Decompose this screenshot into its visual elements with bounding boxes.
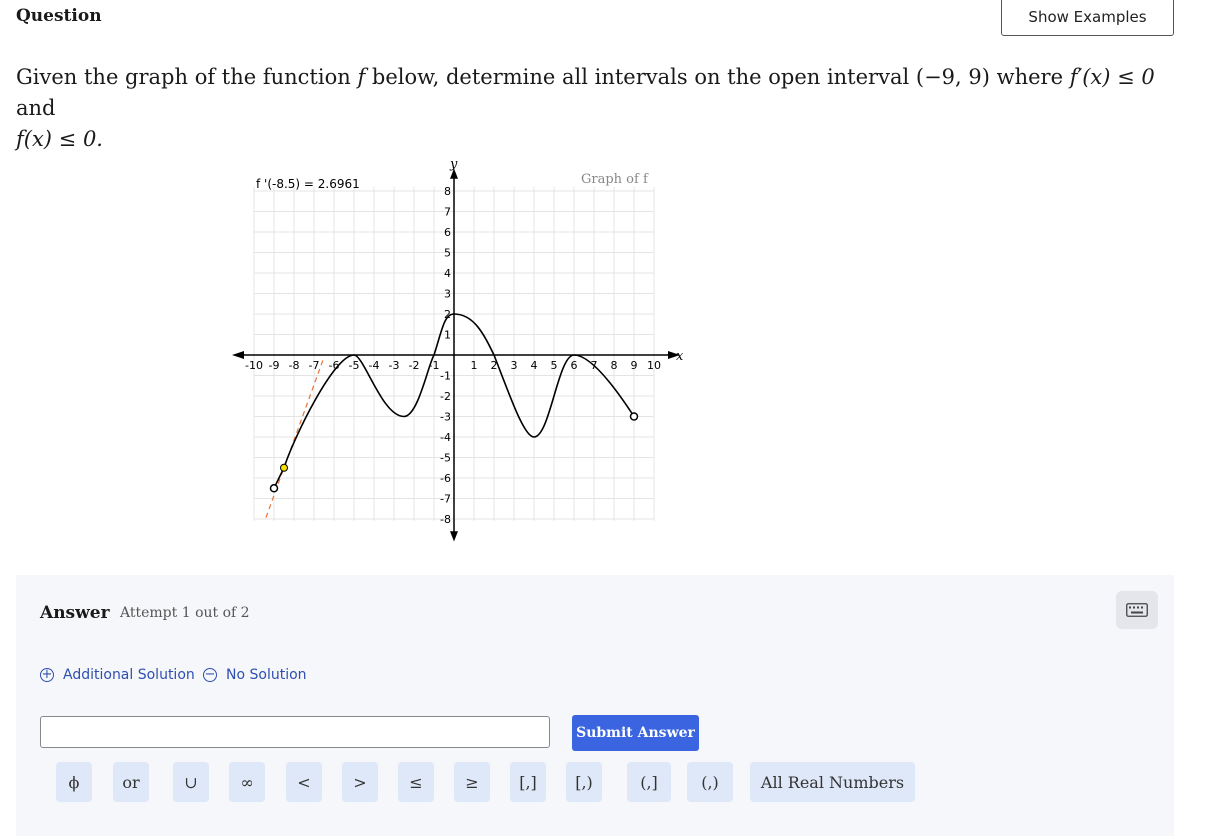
prompt-text-1: Given the graph of the function (16, 65, 358, 89)
prompt-text-3: where (989, 65, 1070, 89)
answer-input[interactable] (40, 716, 550, 748)
y-tick-label: 8 (444, 185, 451, 198)
y-tick-label: -7 (440, 493, 451, 506)
additional-solution-label: Additional Solution (63, 667, 195, 683)
x-axis-arrow-left (232, 351, 244, 359)
y-tick-label: -6 (440, 472, 451, 485)
y-tick-label: -2 (440, 390, 451, 403)
open-endpoint-left (269, 484, 279, 493)
prompt-condition-function: f(x) ≤ 0. (16, 127, 103, 151)
tangent-label: f '(-8.5) = 2.6961 (256, 177, 360, 191)
y-tick-label: -5 (440, 452, 451, 465)
show-examples-button[interactable]: Show Examples (1001, 0, 1174, 36)
y-axis-arrow-down (450, 531, 458, 542)
x-tick-label: -8 (289, 359, 300, 372)
submit-answer-button[interactable]: Submit Answer (572, 715, 699, 751)
y-tick-label: 6 (444, 226, 451, 239)
symbol-or-button[interactable]: or (113, 762, 149, 802)
symbol-empty-set-button[interactable]: ϕ (56, 762, 92, 802)
y-tick-label: -8 (440, 513, 451, 526)
symbol-less-than-button[interactable]: < (286, 762, 322, 802)
x-tick-label: 10 (647, 359, 661, 372)
x-tick-label: -4 (369, 359, 380, 372)
x-tick-label: -5 (349, 359, 360, 372)
x-tick-label: -2 (409, 359, 420, 372)
y-tick-label: 5 (444, 247, 451, 260)
x-tick-label: 8 (611, 359, 618, 372)
y-tick-label: 7 (444, 206, 451, 219)
no-solution-label: No Solution (226, 667, 307, 683)
minus-circle-icon: − (203, 667, 217, 682)
x-tick-label: 6 (571, 359, 578, 372)
prompt-condition-derivative: f′(x) ≤ 0 (1069, 65, 1155, 89)
symbol-all-real-numbers-button[interactable]: All Real Numbers (750, 762, 915, 802)
symbol-infinity-button[interactable]: ∞ (229, 762, 265, 802)
tangent-point (280, 463, 288, 472)
x-tick-label: -9 (269, 359, 280, 372)
y-tick-label: 4 (444, 267, 451, 280)
symbol-closed-interval-button[interactable]: [,] (510, 762, 546, 802)
symbol-union-button[interactable]: ∪ (173, 762, 209, 802)
question-prompt: Given the graph of the function f below,… (16, 62, 1166, 155)
function-graph: -10 -9 -8 -7 -6 -5 -4 -3 -2 -1 1 2 3 4 5 6 7 8 9 1087654321… (232, 157, 684, 542)
y-tick-label: 3 (444, 288, 451, 301)
open-endpoint-right (629, 412, 639, 421)
x-tick-label: -3 (389, 359, 400, 372)
y-tick-label: 1 (444, 329, 451, 342)
x-tick-label: 4 (531, 359, 538, 372)
symbol-open-interval-button[interactable]: (,) (687, 762, 733, 802)
y-axis-label: y (449, 157, 458, 172)
graph-axes (232, 168, 680, 542)
question-heading: Question (16, 6, 102, 26)
symbol-greater-equal-button[interactable]: ≥ (454, 762, 490, 802)
y-tick-label: -1 (440, 370, 451, 383)
prompt-interval: (−9, 9) (915, 65, 990, 89)
x-tick-label: -7 (309, 359, 320, 372)
x-tick-label: -10 (245, 359, 263, 372)
symbol-less-equal-button[interactable]: ≤ (398, 762, 434, 802)
additional-solution-button[interactable]: + Additional Solution (40, 667, 195, 683)
attempt-counter: Attempt 1 out of 2 (120, 605, 250, 621)
prompt-text-4: and (16, 96, 56, 120)
plus-circle-icon: + (40, 667, 54, 682)
graph-title: Graph of f (581, 172, 649, 187)
prompt-text-2: below, determine all intervals on the op… (365, 65, 916, 89)
x-tick-label: 3 (511, 359, 518, 372)
symbol-closed-open-interval-button[interactable]: [,) (566, 762, 602, 802)
keyboard-icon (1126, 603, 1148, 617)
no-solution-button[interactable]: − No Solution (203, 667, 307, 683)
y-tick-label: -4 (440, 431, 451, 444)
keyboard-toggle-button[interactable] (1116, 591, 1158, 629)
x-tick-label: 9 (631, 359, 638, 372)
x-tick-label: 5 (551, 359, 558, 372)
symbol-open-closed-interval-button[interactable]: (,] (627, 762, 671, 802)
answer-label: Answer (40, 603, 110, 623)
x-axis-label: x (676, 349, 684, 364)
symbol-greater-than-button[interactable]: > (342, 762, 378, 802)
y-tick-label: -3 (440, 411, 451, 424)
x-tick-label: 1 (471, 359, 478, 372)
